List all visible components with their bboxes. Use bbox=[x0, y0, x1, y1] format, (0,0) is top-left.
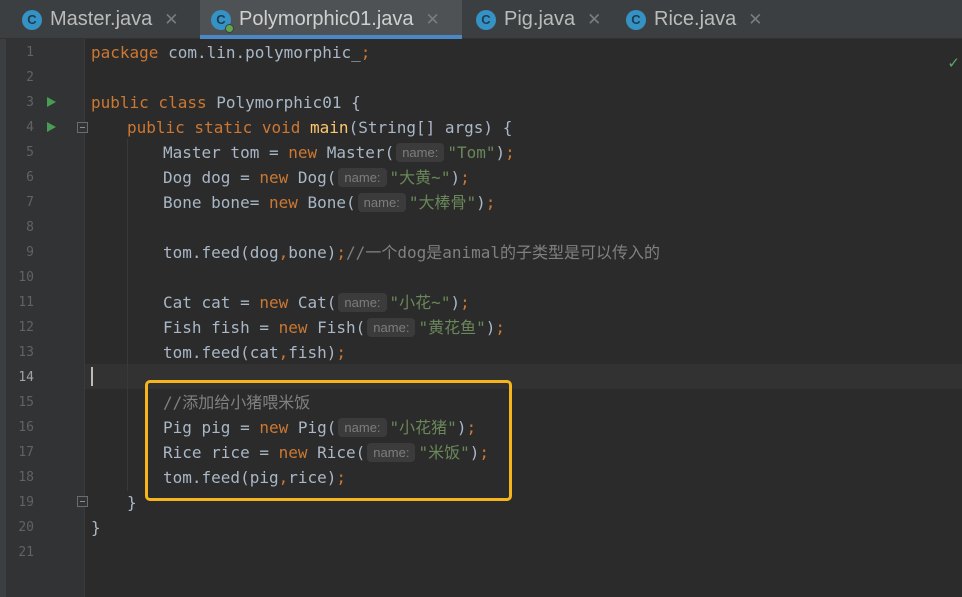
run-main-icon[interactable] bbox=[47, 122, 56, 132]
indent-guide bbox=[127, 139, 128, 491]
line-number: 4 bbox=[26, 120, 34, 135]
code-line-4: public static void main(String[] args) { bbox=[127, 118, 513, 137]
fold-icon[interactable] bbox=[77, 496, 88, 507]
tab-polymorphic01-java[interactable]: C Polymorphic01.java ✕ bbox=[200, 0, 462, 39]
line-number: 6 bbox=[26, 170, 34, 185]
tab-label: Master.java bbox=[50, 8, 153, 30]
code-line-3: public class Polymorphic01 { bbox=[91, 93, 361, 112]
line-number: 5 bbox=[26, 145, 34, 160]
code-line-19: } bbox=[127, 493, 137, 512]
java-class-icon: C bbox=[22, 9, 42, 30]
code-line-11: Cat cat = new Cat(name: "小花~"); bbox=[163, 293, 470, 312]
tab-rice-java[interactable]: C Rice.java ✕ bbox=[616, 0, 776, 39]
code-line-7: Bone bone= new Bone(name: "大棒骨"); bbox=[163, 193, 496, 212]
code-line-13: tom.feed(cat,fish); bbox=[163, 343, 347, 362]
line-number: 9 bbox=[26, 245, 34, 260]
line-number: 2 bbox=[26, 70, 34, 85]
parameter-hint: name: bbox=[338, 293, 387, 312]
line-number: 20 bbox=[18, 520, 34, 535]
code-line-12: Fish fish = new Fish(name: "黄花鱼"); bbox=[163, 318, 505, 337]
inspection-ok-icon[interactable]: ✓ bbox=[947, 54, 960, 72]
java-class-icon: C bbox=[476, 9, 496, 30]
fold-icon[interactable] bbox=[77, 122, 88, 133]
run-class-icon[interactable] bbox=[47, 97, 56, 107]
line-number: 15 bbox=[18, 395, 34, 410]
code-line-5: Master tom = new Master(name: "Tom"); bbox=[163, 143, 515, 162]
line-number: 7 bbox=[26, 195, 34, 210]
line-number: 8 bbox=[26, 220, 34, 235]
close-icon[interactable]: ✕ bbox=[426, 10, 440, 30]
text-caret bbox=[91, 367, 93, 386]
line-number: 1 bbox=[26, 45, 34, 60]
runnable-icon bbox=[225, 23, 234, 33]
java-class-icon: C bbox=[211, 9, 234, 33]
close-icon[interactable]: ✕ bbox=[164, 10, 178, 30]
parameter-hint: name: bbox=[396, 143, 445, 162]
line-number: 12 bbox=[18, 320, 34, 335]
line-number: 14 bbox=[18, 370, 34, 385]
tab-label: Polymorphic01.java bbox=[239, 8, 414, 30]
tab-label: Rice.java bbox=[654, 8, 737, 30]
java-class-icon: C bbox=[626, 9, 646, 30]
line-number: 19 bbox=[18, 495, 34, 510]
code-line-9: tom.feed(dog,bone);//一个dog是animal的子类型是可以… bbox=[163, 243, 661, 262]
parameter-hint: name: bbox=[367, 318, 416, 337]
annotation-highlight-box bbox=[145, 380, 512, 501]
line-number: 16 bbox=[18, 420, 34, 435]
tab-pig-java[interactable]: C Pig.java ✕ bbox=[466, 0, 612, 39]
line-number: 21 bbox=[18, 545, 34, 560]
parameter-hint: name: bbox=[338, 168, 387, 187]
editor-tab-bar: C Master.java ✕ C Polymorphic01.java ✕ C… bbox=[0, 0, 962, 39]
tab-label: Pig.java bbox=[504, 8, 576, 30]
code-line-1: package com.lin.polymorphic_; bbox=[91, 43, 371, 62]
parameter-hint: name: bbox=[357, 193, 406, 212]
line-number: 3 bbox=[26, 95, 34, 110]
line-number: 10 bbox=[18, 270, 34, 285]
code-line-6: Dog dog = new Dog(name: "大黄~"); bbox=[163, 168, 470, 187]
line-number: 13 bbox=[18, 345, 34, 360]
tab-master-java[interactable]: C Master.java ✕ bbox=[12, 0, 198, 39]
close-icon[interactable]: ✕ bbox=[748, 10, 762, 30]
line-number: 11 bbox=[18, 295, 34, 310]
code-line-20: } bbox=[91, 518, 101, 537]
line-number: 17 bbox=[18, 445, 34, 460]
line-number: 18 bbox=[18, 470, 34, 485]
close-icon[interactable]: ✕ bbox=[587, 10, 601, 30]
